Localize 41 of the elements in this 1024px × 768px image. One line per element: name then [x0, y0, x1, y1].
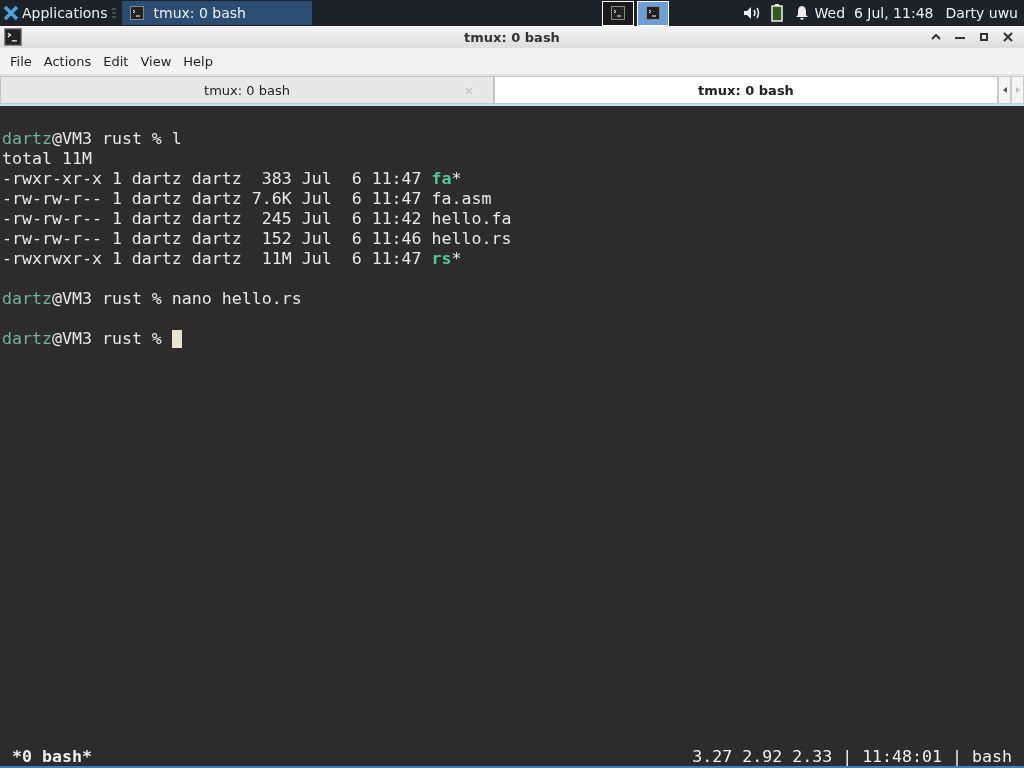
terminal-line: -rwxrwxr-x 1 dartz dartz 11M Jul 6 11:47 rs* [2, 249, 462, 269]
tmux-status-info: 3.27 2.92 2.33 | 11:48:01 | bash [692, 746, 1012, 766]
terminal-line: -rw-rw-r-- 1 dartz dartz 152 Jul 6 11:46 hello.rs [2, 229, 512, 249]
terminal-line: dartz@VM3 rust % nano hello.rs [2, 289, 302, 309]
terminal-line: -rwxr-xr-x 1 dartz dartz 383 Jul 6 11:47 fa* [2, 169, 462, 189]
close-icon [1003, 32, 1013, 42]
scroll-left-button[interactable] [998, 76, 1011, 104]
workspace-button[interactable] [636, 0, 669, 26]
tab[interactable]: tmux: 0 bash [494, 76, 998, 104]
menu-item[interactable]: Edit [97, 53, 135, 69]
menu-item[interactable]: File [4, 53, 38, 69]
separator-handle-icon [111, 7, 116, 19]
tmux-window-list: *0 bash* [12, 746, 92, 766]
x-logo-icon [3, 5, 19, 21]
terminal-line: dartz@VM3 rust % [2, 329, 163, 349]
terminal-line: total 11M [2, 149, 92, 169]
right-arrow-icon [1015, 87, 1020, 93]
tab[interactable]: tmux: 0 bash [0, 76, 494, 104]
maximize-icon [980, 33, 988, 41]
taskbar-button[interactable]: tmux: 0 bash [121, 1, 312, 25]
battery-icon[interactable] [770, 4, 783, 22]
user-name[interactable]: Darty uwu [939, 5, 1024, 21]
left-arrow-icon [1002, 87, 1007, 93]
workspace-button[interactable] [601, 0, 634, 26]
terminal-line: -rw-rw-r-- 1 dartz dartz 7.6K Jul 6 11:47 fa.asm [2, 189, 492, 209]
menu-item[interactable]: Actions [37, 53, 98, 69]
bell-icon[interactable] [794, 5, 809, 21]
menu-item[interactable]: Help [177, 53, 219, 69]
clock[interactable]: Wed 6 Jul, 11:48 [808, 5, 940, 21]
terminal-line: dartz@VM3 rust % l [2, 129, 182, 149]
terminal-icon [645, 6, 660, 20]
terminal-line: -rw-rw-r-- 1 dartz dartz 245 Jul 6 11:42 hello.fa [2, 209, 512, 229]
terminal-icon [129, 6, 144, 20]
terminal-icon [610, 6, 625, 20]
terminal-icon [4, 28, 22, 46]
caret-icon [931, 34, 941, 40]
window-title: tmux: 0 bash [464, 29, 560, 45]
applications-menu[interactable]: Applications [0, 0, 112, 26]
minimize-icon [955, 35, 965, 39]
menu-item[interactable]: View [134, 53, 178, 69]
volume-icon[interactable] [742, 6, 761, 20]
